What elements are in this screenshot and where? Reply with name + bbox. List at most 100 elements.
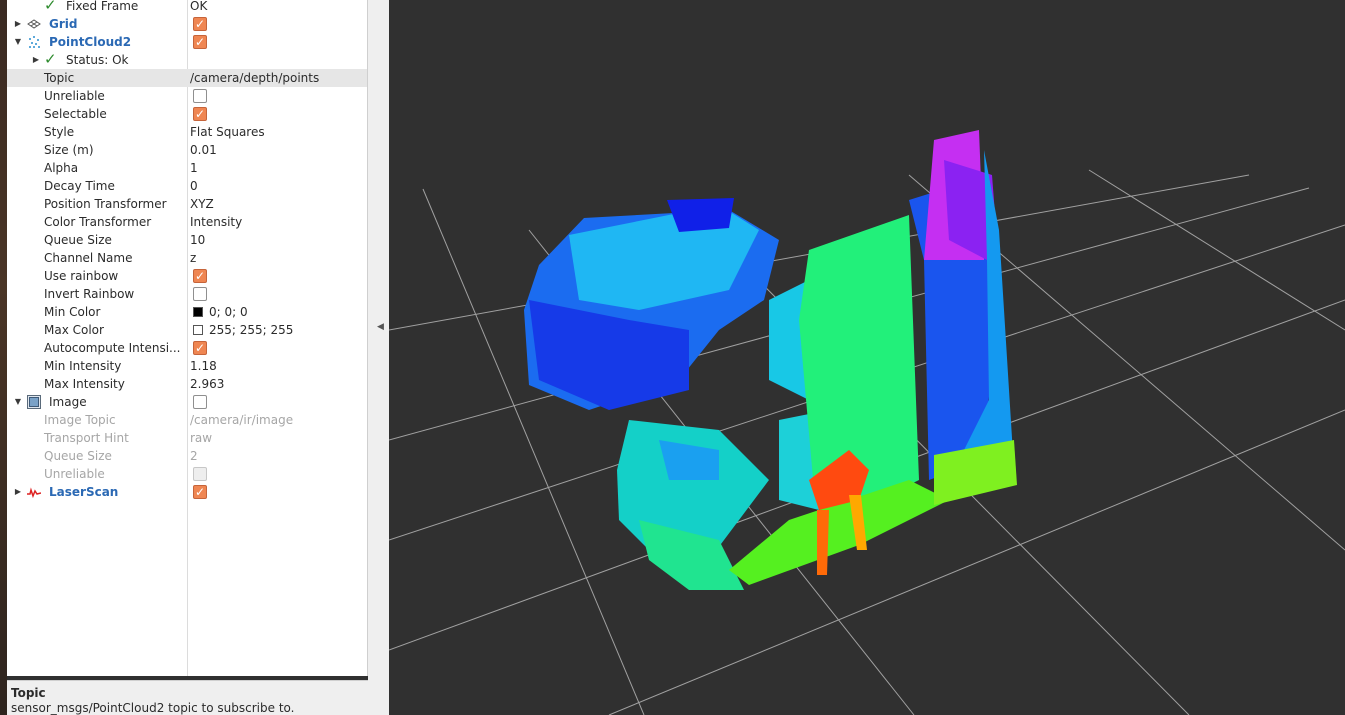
property-label: Fixed Frame (66, 0, 139, 13)
collapse-arrow-icon[interactable]: ▼ (13, 393, 23, 411)
collapse-arrow-icon[interactable]: ▼ (13, 33, 23, 51)
property-label: Channel Name (44, 251, 133, 265)
use-rainbow-checkbox[interactable] (193, 267, 207, 285)
property-selectable[interactable]: Selectable (7, 105, 367, 123)
color-transformer-value[interactable]: Intensity (190, 213, 242, 231)
display-label: PointCloud2 (49, 35, 132, 49)
collapse-panel-arrow-icon[interactable]: ◀ (377, 322, 384, 332)
property-label: Use rainbow (44, 269, 119, 283)
display-pointcloud2[interactable]: ▼ PointCloud2 (7, 33, 367, 51)
laserscan-icon (27, 487, 41, 499)
property-label: Invert Rainbow (44, 287, 135, 301)
image-unreliable-checkbox[interactable] (193, 467, 207, 481)
pointcloud-icon (29, 36, 40, 48)
property-label: Unreliable (44, 89, 105, 103)
property-use-rainbow[interactable]: Use rainbow (7, 267, 367, 285)
panel-splitter[interactable] (368, 0, 389, 715)
property-label: Alpha (44, 161, 79, 175)
property-label: Max Intensity (44, 377, 125, 391)
style-value[interactable]: Flat Squares (190, 123, 265, 141)
left-window-edge (0, 0, 7, 715)
property-label: Decay Time (44, 179, 115, 193)
max-color-swatch[interactable] (193, 325, 203, 335)
display-grid[interactable]: ▶ Grid (7, 15, 367, 33)
channel-name-value[interactable]: z (190, 249, 196, 267)
property-image-unreliable[interactable]: Unreliable (7, 465, 367, 483)
property-label: Min Intensity (44, 359, 122, 373)
property-max-intensity[interactable]: Max Intensity 2.963 (7, 375, 367, 393)
selectable-checkbox[interactable] (193, 105, 207, 123)
max-color-value[interactable]: 255; 255; 255 (209, 321, 293, 339)
property-decay-time[interactable]: Decay Time 0 (7, 177, 367, 195)
description-title: Topic (11, 686, 46, 700)
min-intensity-value[interactable]: 1.18 (190, 357, 217, 375)
enabled-checkbox[interactable] (193, 33, 207, 51)
property-queue-size[interactable]: Queue Size 10 (7, 231, 367, 249)
invert-rainbow-checkbox[interactable] (193, 287, 207, 301)
enabled-checkbox[interactable] (193, 15, 207, 33)
property-position-transformer[interactable]: Position Transformer XYZ (7, 195, 367, 213)
property-fixed-frame[interactable]: ✓ Fixed Frame OK (7, 0, 367, 15)
enabled-checkbox[interactable] (193, 483, 207, 501)
property-label: Selectable (44, 107, 107, 121)
size-value[interactable]: 0.01 (190, 141, 217, 159)
property-size[interactable]: Size (m) 0.01 (7, 141, 367, 159)
property-description-box: Topic sensor_msgs/PointCloud2 topic to s… (7, 680, 368, 715)
property-invert-rainbow[interactable]: Invert Rainbow (7, 285, 367, 303)
expand-arrow-icon[interactable]: ▶ (31, 51, 41, 69)
min-color-value[interactable]: 0; 0; 0 (209, 303, 248, 321)
decay-time-value[interactable]: 0 (190, 177, 198, 195)
position-transformer-value[interactable]: XYZ (190, 195, 214, 213)
property-label: Queue Size (44, 449, 112, 463)
checkmark-icon: ✓ (44, 50, 57, 68)
display-label: LaserScan (49, 485, 119, 499)
unreliable-checkbox[interactable] (193, 89, 207, 103)
property-label: Style (44, 125, 75, 139)
transport-hint-value[interactable]: raw (190, 429, 212, 447)
display-label: Image (49, 395, 87, 409)
property-channel-name[interactable]: Channel Name z (7, 249, 367, 267)
property-label: Max Color (44, 323, 104, 337)
property-style[interactable]: Style Flat Squares (7, 123, 367, 141)
property-unreliable[interactable]: Unreliable (7, 87, 367, 105)
property-label: Unreliable (44, 467, 105, 481)
3d-render-view[interactable] (389, 0, 1345, 715)
property-max-color[interactable]: Max Color 255; 255; 255 (7, 321, 367, 339)
grid-icon (27, 19, 41, 29)
max-intensity-value[interactable]: 2.963 (190, 375, 224, 393)
property-transport-hint[interactable]: Transport Hint raw (7, 429, 367, 447)
displays-panel: ✓ Fixed Frame OK ▶ Grid ▼ PointCloud2 ▶ … (7, 0, 368, 676)
queue-size-value[interactable]: 10 (190, 231, 205, 249)
image-topic-value[interactable]: /camera/ir/image (190, 411, 293, 429)
status-row[interactable]: ▶ ✓ Status: Ok (7, 50, 367, 69)
enabled-checkbox[interactable] (193, 395, 207, 409)
property-min-intensity[interactable]: Min Intensity 1.18 (7, 357, 367, 375)
property-autocompute-intensity[interactable]: Autocompute Intensi... (7, 339, 367, 357)
property-label: Queue Size (44, 233, 112, 247)
property-label: Transport Hint (44, 431, 129, 445)
topic-value[interactable]: /camera/depth/points (190, 69, 319, 87)
property-label: Size (m) (44, 143, 94, 157)
property-label: Autocompute Intensi... (44, 341, 181, 355)
property-label: Image Topic (44, 413, 116, 427)
image-icon (27, 395, 41, 409)
status-label: Status: Ok (66, 53, 129, 67)
property-label: Topic (44, 71, 75, 85)
expand-arrow-icon[interactable]: ▶ (13, 15, 23, 33)
property-topic[interactable]: Topic /camera/depth/points (7, 69, 367, 87)
property-image-topic[interactable]: Image Topic /camera/ir/image (7, 411, 367, 429)
property-color-transformer[interactable]: Color Transformer Intensity (7, 213, 367, 231)
autocompute-checkbox[interactable] (193, 339, 207, 357)
3d-scene[interactable] (389, 0, 1345, 715)
property-image-queue-size[interactable]: Queue Size 2 (7, 447, 367, 465)
display-laserscan[interactable]: ▶ LaserScan (7, 483, 367, 501)
min-color-swatch[interactable] (193, 307, 203, 317)
image-queue-size-value[interactable]: 2 (190, 447, 198, 465)
property-min-color[interactable]: Min Color 0; 0; 0 (7, 303, 367, 321)
display-label: Grid (49, 17, 78, 31)
display-image[interactable]: ▼ Image (7, 393, 367, 411)
expand-arrow-icon[interactable]: ▶ (13, 483, 23, 501)
description-text: sensor_msgs/PointCloud2 topic to subscri… (11, 701, 295, 715)
alpha-value[interactable]: 1 (190, 159, 198, 177)
property-alpha[interactable]: Alpha 1 (7, 159, 367, 177)
